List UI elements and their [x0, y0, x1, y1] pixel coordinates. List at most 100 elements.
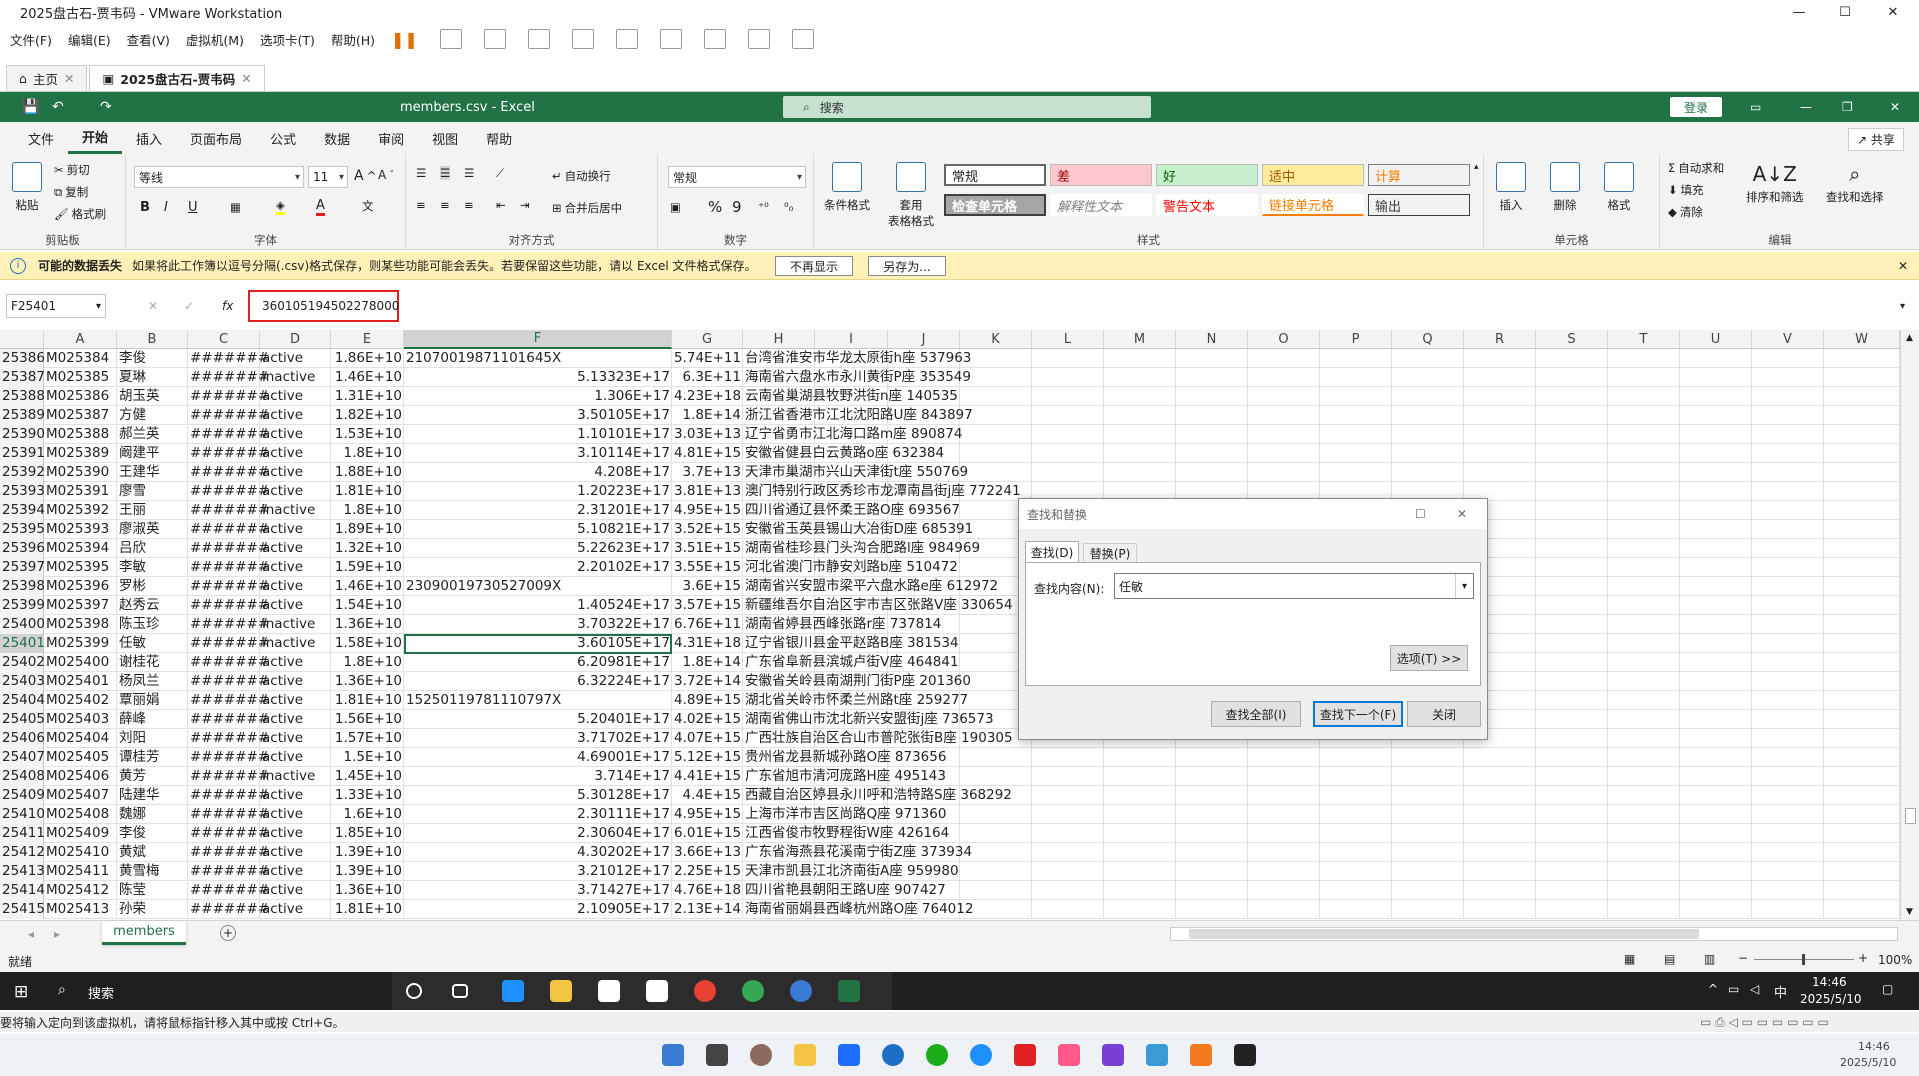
cell[interactable]: 1.89E+10 [333, 520, 402, 539]
host-app5-icon[interactable] [1146, 1044, 1168, 1066]
cell[interactable]: 3.50105E+17 [406, 406, 670, 425]
cell[interactable]: 赵秀云 [119, 596, 160, 615]
send-keys-icon[interactable] [439, 29, 462, 49]
row-header[interactable]: 25412 [0, 843, 45, 862]
cell[interactable]: ####### [190, 368, 269, 387]
cell[interactable]: ####### [190, 349, 269, 368]
cell[interactable]: ####### [190, 501, 269, 520]
snapshot-icon[interactable] [483, 29, 506, 49]
cell[interactable]: active [262, 691, 329, 710]
vertical-scrollbar[interactable]: ▲ ▼ [1900, 330, 1919, 920]
column-header-p[interactable]: P [1320, 330, 1392, 349]
cell[interactable]: 黄芳 [119, 767, 146, 786]
cell[interactable]: ####### [190, 653, 269, 672]
cell[interactable]: 湖南省桂珍县门头沟合肥路l座 984969 [745, 539, 980, 558]
tab-find[interactable]: 查找(D) [1025, 541, 1079, 563]
table-row[interactable]: 25398 M025396 罗彬 ####### active 1.46E+10 23090… [0, 577, 1900, 596]
cell[interactable]: 1.53E+10 [333, 425, 402, 444]
notifications-icon[interactable]: ▢ [1882, 982, 1893, 996]
cell[interactable]: 1.20223E+17 [406, 482, 670, 501]
row-header[interactable]: 25410 [0, 805, 45, 824]
cell[interactable]: ####### [190, 463, 269, 482]
cell[interactable]: M025384 [46, 349, 109, 368]
name-box[interactable]: F25401 ▾ [6, 294, 106, 318]
tab-help[interactable]: 帮助 [472, 122, 526, 154]
wrap-text-button[interactable]: ↵ 自动换行 [552, 168, 611, 184]
cell[interactable]: 1.46E+10 [333, 368, 402, 387]
formula-input[interactable]: 360105194502278000 [248, 290, 399, 322]
cut-button[interactable]: ✂ 剪切 [54, 162, 90, 178]
cell[interactable]: 3.10114E+17 [406, 444, 670, 463]
chevron-down-icon[interactable]: ▾ [1455, 574, 1473, 598]
windows-start-icon[interactable]: ⊞ [14, 982, 28, 1002]
cell[interactable]: 1.36E+10 [333, 672, 402, 691]
row-header[interactable]: 25398 [0, 577, 45, 596]
expand-formula-icon[interactable]: ▾ [1900, 301, 1905, 312]
cell[interactable]: 1.81E+10 [333, 900, 402, 919]
cell[interactable]: 上海市洋市吉区尚路Q座 971360 [745, 805, 946, 824]
cell[interactable]: 廖雪 [119, 482, 146, 501]
cell[interactable]: ####### [190, 615, 269, 634]
cell[interactable]: ####### [190, 805, 269, 824]
cell[interactable]: 薛峰 [119, 710, 146, 729]
font-size-select[interactable]: 11 [308, 166, 348, 188]
table-row[interactable]: 25405 M025403 薛峰 ####### active 1.56E+10 5.204… [0, 710, 1900, 729]
table-row[interactable]: 25390 M025388 郝兰英 ####### active 1.53E+10 1.10… [0, 425, 1900, 444]
cell[interactable]: ####### [190, 672, 269, 691]
cell[interactable]: 1.8E+10 [333, 444, 403, 463]
normal-view-icon[interactable]: ▦ [1624, 952, 1635, 966]
column-header-w[interactable]: W [1824, 330, 1900, 349]
table-row[interactable]: 25394 M025392 王丽 ####### inactive 1.8E+10 2.31… [0, 501, 1900, 520]
options-button[interactable]: 选项(T) >> [1390, 645, 1468, 671]
align-bottom-icon[interactable]: ☰ [464, 166, 474, 180]
host-lark-icon[interactable] [838, 1044, 860, 1066]
cell[interactable]: active [262, 824, 329, 843]
align-left-icon[interactable]: ≡ [416, 198, 426, 212]
cell[interactable]: M025402 [46, 691, 109, 710]
cell[interactable]: M025391 [46, 482, 109, 501]
cell[interactable]: M025398 [46, 615, 109, 634]
cell[interactable]: 4.31E+18 [674, 634, 741, 653]
row-header[interactable]: 25386 [0, 349, 45, 368]
cell[interactable]: M025401 [46, 672, 109, 691]
fullscreen-icon[interactable] [703, 29, 726, 49]
cell[interactable]: 4.02E+15 [674, 710, 741, 729]
column-header-n[interactable]: N [1176, 330, 1248, 349]
cell[interactable]: 谭桂芳 [119, 748, 160, 767]
cell[interactable]: active [262, 729, 329, 748]
merge-center-button[interactable]: ⊞ 合并后居中 [552, 200, 622, 216]
edge-icon[interactable] [502, 980, 524, 1002]
console-icon[interactable] [747, 29, 770, 49]
tab-page-layout[interactable]: 页面布局 [176, 122, 256, 154]
cell[interactable]: 3.60105E+17 [406, 634, 670, 653]
cell[interactable]: M025400 [46, 653, 109, 672]
search-box[interactable]: ⌕ 搜索 [783, 96, 1151, 118]
cell[interactable]: 5.10821E+17 [406, 520, 670, 539]
tab-home[interactable]: ⌂ 主页 ✕ [6, 65, 88, 91]
cell[interactable]: 罗彬 [119, 577, 146, 596]
style-normal[interactable]: 常规 [944, 164, 1046, 186]
row-header[interactable]: 25402 [0, 653, 45, 672]
table-row[interactable]: 25410 M025408 魏娜 ####### active 1.6E+10 2.3011… [0, 805, 1900, 824]
cell[interactable]: 3.714E+17 [406, 767, 670, 786]
row-header[interactable]: 25399 [0, 596, 45, 615]
row-header[interactable]: 25395 [0, 520, 45, 539]
fill-button[interactable]: ⬇ 填充 [1668, 182, 1704, 198]
close-icon[interactable]: ✕ [64, 71, 74, 86]
find-select-button[interactable]: ⌕ 查找和选择 [1826, 162, 1884, 205]
insert-cells-button[interactable]: 插入 [1496, 162, 1526, 213]
table-row[interactable]: 25389 M025387 方健 ####### active 1.82E+10 3.501… [0, 406, 1900, 425]
cell[interactable]: 辽宁省勇市江北海口路m座 890874 [745, 425, 962, 444]
row-header[interactable]: 25405 [0, 710, 45, 729]
cell[interactable]: 天津市凯县江北济南街A座 959980 [745, 862, 959, 881]
cell[interactable]: 吕欣 [119, 539, 146, 558]
tab-replace[interactable]: 替换(P) [1083, 543, 1137, 563]
excel-taskbar-icon[interactable] [838, 980, 860, 1002]
column-header-u[interactable]: U [1680, 330, 1752, 349]
cell[interactable]: 方健 [119, 406, 146, 425]
autosum-button[interactable]: Σ 自动求和 [1668, 160, 1724, 176]
cell[interactable]: 1.8E+10 [333, 501, 403, 520]
cell[interactable]: M025413 [46, 900, 109, 919]
cell[interactable]: 1.45E+10 [333, 767, 402, 786]
cortana-icon[interactable] [406, 983, 422, 999]
